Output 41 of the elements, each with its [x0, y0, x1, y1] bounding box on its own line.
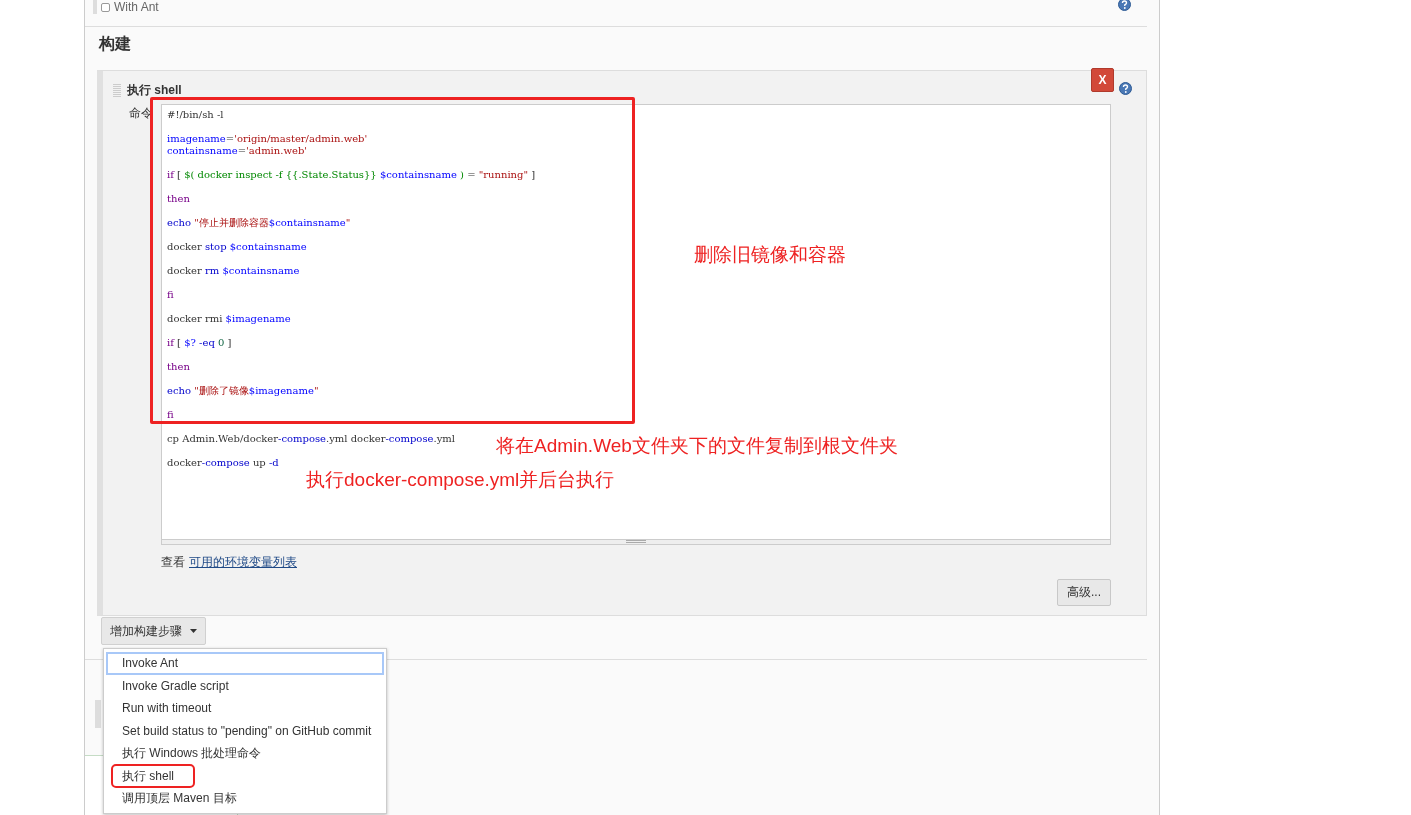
code-line: then [167, 192, 190, 205]
code-line: docker stop $containsname [167, 240, 307, 253]
code-line: fi [167, 408, 174, 421]
menu-item[interactable]: Invoke Gradle script [106, 674, 384, 697]
annotation-text: 删除旧镜像和容器 [694, 243, 846, 267]
caret-icon [190, 629, 197, 634]
code-line: echo "停止并删除容器$containsname" [167, 216, 351, 229]
code-line: echo "删除了镜像$imagename" [167, 384, 319, 397]
menu-item[interactable]: 调用顶层 Maven 目标 [106, 787, 384, 810]
annotation-text: 将在Admin.Web文件夹下的文件复制到根文件夹 [496, 434, 898, 458]
code-line: #!/bin/sh -l [167, 108, 224, 121]
command-textarea[interactable] [161, 103, 1111, 540]
resize-handle-icon[interactable] [626, 539, 646, 543]
menu-item[interactable]: 执行 Windows 批处理命令 [106, 742, 384, 765]
panel-edge [95, 700, 101, 729]
section-title: 构建 [97, 33, 131, 54]
add-build-step-button[interactable]: 增加构建步骤 [101, 617, 206, 646]
code-line: docker rm $containsname [167, 264, 300, 277]
help-icon[interactable] [1118, 0, 1131, 11]
delete-button[interactable]: X [1091, 67, 1114, 92]
menu-item[interactable]: Invoke Ant [106, 652, 384, 675]
checkbox[interactable] [101, 2, 110, 12]
help-icon[interactable] [1119, 81, 1132, 95]
code-line: imagename='origin/master/admin.web' [167, 132, 368, 145]
code-line: docker-compose up -d [167, 456, 279, 469]
code-line: if [ $( docker inspect -f {{.State.Status}} $containsname ) = "running" ] [167, 168, 536, 181]
menu-item[interactable]: Set build status to "pending" on GitHub commit [106, 719, 384, 742]
help-text: 查看 [161, 553, 185, 571]
code-line: containsname='admin.web' [167, 144, 308, 157]
step-title: 执行 shell [127, 81, 182, 99]
option-label: With Ant [114, 0, 159, 16]
code-line: cp Admin.Web/docker-compose.yml docker-compose.yml [167, 432, 455, 445]
environment-variables-link[interactable]: 可用的环境变量列表 [189, 552, 297, 571]
code-line: if [ $? -eq 0 ] [167, 336, 232, 349]
menu-item[interactable]: 执行 shell [106, 764, 384, 787]
menu-item[interactable]: Run with timeout [106, 697, 384, 720]
advanced-button[interactable]: 高级... [1057, 578, 1111, 606]
code-line: fi [167, 288, 174, 301]
code-line: then [167, 360, 190, 373]
annotation-text: 执行docker-compose.yml并后台执行 [306, 468, 615, 492]
code-line: docker rmi $imagename [167, 312, 291, 325]
